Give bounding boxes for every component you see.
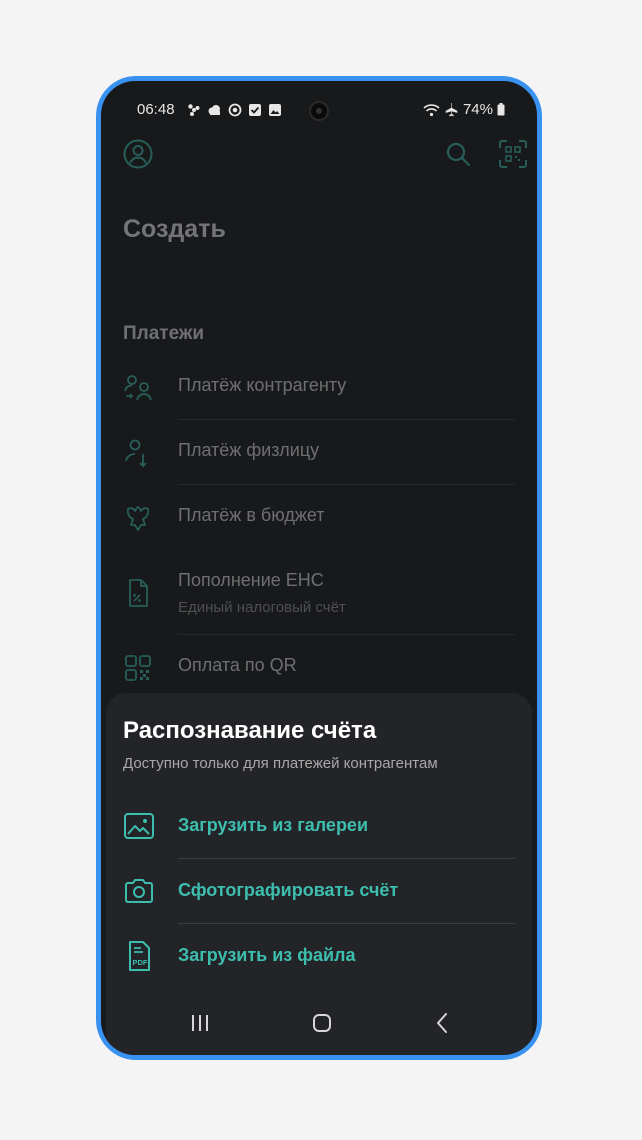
list-item-label: Платёж в бюджет <box>178 505 325 525</box>
list-item-counterparty-payment[interactable]: Платёж контрагенту <box>101 355 537 419</box>
wifi-icon <box>423 103 440 116</box>
battery-icon <box>497 103 505 116</box>
search-icon[interactable] <box>445 141 471 167</box>
status-time: 06:48 <box>137 101 175 118</box>
sheet-title: Распознавание счёта <box>123 717 377 744</box>
list-item-label: Платёж физлицу <box>178 440 320 460</box>
airplane-icon <box>445 103 458 117</box>
system-icons: 74% <box>423 101 505 118</box>
profile-icon[interactable] <box>123 139 153 169</box>
section-title-payments: Платежи <box>123 323 205 344</box>
qr-scan-icon[interactable] <box>498 139 528 169</box>
list-item-person-payment[interactable]: Платёж физлицу <box>101 420 537 484</box>
take-photo-button[interactable]: Сфотографировать счёт <box>106 859 532 923</box>
battery-percent: 74% <box>462 101 493 118</box>
bottom-sheet: Распознавание счёта Доступно только для … <box>106 693 532 1055</box>
record-icon <box>228 103 242 117</box>
recent-apps-icon[interactable] <box>186 1009 214 1037</box>
cloud-icon <box>208 105 220 115</box>
list-item-label: Пополнение ЕНС <box>178 570 324 590</box>
front-camera <box>309 101 329 121</box>
navigation-bar <box>106 1009 532 1037</box>
list-item-budget-payment[interactable]: Платёж в бюджет <box>101 485 537 549</box>
notification-icons <box>187 103 282 117</box>
list-item-ens-topup[interactable]: Пополнение ЕНС Единый налоговый счёт <box>101 550 537 634</box>
person-payment-icon <box>125 439 147 468</box>
svg-text:PDF: PDF <box>133 958 148 967</box>
list-item-label: Платёж контрагенту <box>178 375 347 395</box>
phone-frame: 06:48 74% Создать Платежи Платёж контраг… <box>96 76 542 1060</box>
camera-icon <box>125 879 153 903</box>
checkbox-icon <box>249 104 261 116</box>
list-item-qr-payment[interactable]: Оплата по QR <box>101 635 537 699</box>
sheet-subtitle: Доступно только для платежей контрагента… <box>123 755 438 772</box>
action-label: Загрузить из файла <box>178 945 356 965</box>
tax-document-icon <box>129 579 148 607</box>
upload-from-file-button[interactable]: PDF Загрузить из файла <box>106 924 532 988</box>
list-item-label: Оплата по QR <box>178 655 297 675</box>
list-item-sublabel: Единый налоговый счёт <box>178 599 346 616</box>
qr-code-icon <box>125 655 151 681</box>
home-icon[interactable] <box>308 1009 336 1037</box>
image-icon <box>269 104 281 116</box>
pdf-file-icon: PDF <box>129 941 150 971</box>
action-label: Загрузить из галереи <box>178 815 369 835</box>
counterparty-icon <box>124 375 152 401</box>
page-title: Создать <box>123 215 226 243</box>
upload-from-gallery-button[interactable]: Загрузить из галереи <box>106 794 532 858</box>
app-screen: 06:48 74% Создать Платежи Платёж контраг… <box>101 81 537 1055</box>
fan-icon <box>188 104 200 116</box>
budget-emblem-icon <box>126 506 150 531</box>
back-icon[interactable] <box>428 1009 456 1037</box>
action-label: Сфотографировать счёт <box>178 880 399 900</box>
gallery-icon <box>124 813 154 839</box>
